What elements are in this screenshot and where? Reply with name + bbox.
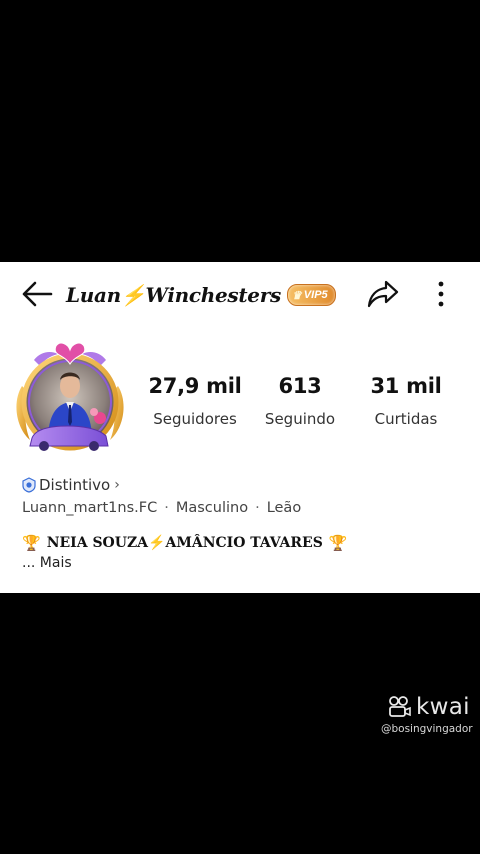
separator-dot: · xyxy=(164,500,169,516)
lightning-icon: ⚡ xyxy=(148,535,166,551)
gender: Masculino xyxy=(175,500,249,516)
followers-stat[interactable]: 27,9 mil Seguidores xyxy=(140,374,250,428)
kwai-watermark: kwai @bosingvingador xyxy=(381,694,473,735)
arrow-left-icon xyxy=(22,281,53,307)
share-button[interactable] xyxy=(364,276,402,312)
trophy-icon: 🏆 xyxy=(328,534,348,552)
badge-label: Distintivo xyxy=(39,476,111,494)
likes-label: Curtidas xyxy=(374,410,438,428)
bio-more-link[interactable]: ... Mais xyxy=(22,555,72,571)
avatar[interactable] xyxy=(14,342,126,458)
badge-icon xyxy=(22,477,36,493)
vip-badge[interactable]: ♛ VIP5 xyxy=(286,284,336,306)
profile-title: Luan⚡Winchesters xyxy=(66,283,281,307)
zodiac-sign: Leão xyxy=(266,500,302,516)
avatar-frame xyxy=(16,342,124,451)
likes-count: 31 mil xyxy=(370,374,442,398)
username: Luann_mart1ns.FC xyxy=(22,500,158,516)
likes-stat[interactable]: 31 mil Curtidas xyxy=(351,374,461,428)
kwai-logo-icon xyxy=(389,696,411,717)
followers-count: 27,9 mil xyxy=(148,374,242,398)
profile-meta: Luann_mart1ns.FC · Masculino · Leão xyxy=(22,500,301,516)
badge-link[interactable]: Distintivo › xyxy=(22,476,120,494)
watermark-brand: kwai xyxy=(416,694,470,720)
share-arrow-icon xyxy=(367,280,399,308)
trophy-icon: 🏆 xyxy=(22,534,41,552)
watermark-handle: @bosingvingador xyxy=(381,723,473,735)
more-options-button[interactable] xyxy=(428,276,454,312)
profile-card: Luan⚡Winchesters ♛ VIP5 27,9 mil Seguido… xyxy=(0,262,480,593)
screen: Luan⚡Winchesters ♛ VIP5 27,9 mil Seguido… xyxy=(0,0,480,854)
bio: 🏆 NEIA SOUZA ⚡ AMÂNCIO TAVARES 🏆 xyxy=(22,534,348,552)
bio-name-left: NEIA SOUZA xyxy=(46,535,149,551)
following-stat[interactable]: 613 Seguindo xyxy=(245,374,355,428)
followers-label: Seguidores xyxy=(153,410,237,428)
crown-icon: ♛ xyxy=(291,289,302,302)
back-button[interactable] xyxy=(18,278,56,310)
profile-header: Luan⚡Winchesters ♛ VIP5 xyxy=(66,280,336,310)
separator-dot: · xyxy=(255,500,260,516)
following-label: Seguindo xyxy=(264,410,336,428)
bio-name-right: AMÂNCIO TAVARES xyxy=(165,535,323,551)
following-count: 613 xyxy=(278,374,322,398)
chevron-right-icon: › xyxy=(114,477,120,493)
vip-badge-label: VIP5 xyxy=(303,289,328,301)
vertical-dots-icon xyxy=(438,281,444,307)
